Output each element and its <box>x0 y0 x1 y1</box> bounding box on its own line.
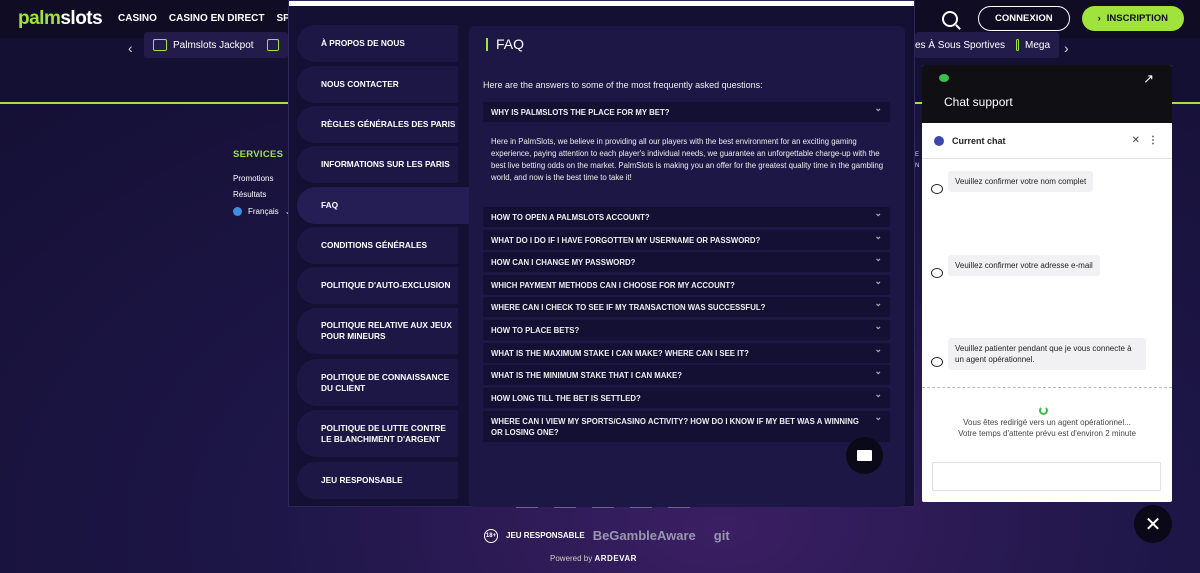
sidebar-item-faq[interactable]: FAQ <box>297 187 472 224</box>
chat-status-icon <box>934 135 944 146</box>
faq-question[interactable]: How to place bets? <box>483 320 890 340</box>
category-crown[interactable] <box>258 32 288 58</box>
faq-answer: Here in PalmSlots, we believe in providi… <box>491 137 884 182</box>
sidebar-item-terms[interactable]: Conditions générales <box>297 227 458 264</box>
sidebar-item-minors[interactable]: Politique relative aux jeux pour mineurs <box>297 308 458 354</box>
chat-divider <box>922 387 1172 388</box>
promotions-link[interactable]: Promotions <box>233 174 273 183</box>
expand-icon[interactable]: ↗ <box>1143 71 1154 87</box>
responsible-gaming-row: 18+ JEU RESPONSABLE BeGambleAware git <box>484 528 730 543</box>
faq-intro: Here are the answers to some of the most… <box>483 80 763 90</box>
bot-avatar-icon <box>931 268 943 278</box>
chevron-right-icon[interactable]: › <box>1064 40 1069 56</box>
faq-question[interactable]: How to open a PalmSlots account? <box>483 207 890 227</box>
nav-casino[interactable]: CASINO <box>118 13 157 24</box>
language-selector[interactable]: Français⌄ <box>233 207 291 216</box>
main-nav: CASINO CASINO EN DIRECT SPORT <box>118 13 311 24</box>
chat-message: Veuillez confirmer votre nom complet <box>948 171 1094 192</box>
services-heading: SERVICES <box>233 149 284 160</box>
current-chat-label: Current chat <box>952 135 1006 146</box>
age-18-badge: 18+ <box>484 528 498 543</box>
faq-title: FAQ <box>486 36 524 52</box>
login-button[interactable]: CONNEXION <box>978 6 1070 31</box>
jackpot-icon <box>153 39 167 51</box>
chat-message: Veuillez patienter pendant que je vous c… <box>948 338 1146 370</box>
sidebar-item-betting-info[interactable]: Informations sur les paris <box>297 146 458 183</box>
ardevar-logo: ARDEVAR <box>594 554 637 563</box>
faq-question[interactable]: Where can I view my sports/casino activi… <box>483 411 890 442</box>
palm-logo-icon <box>939 74 949 82</box>
begambleaware-logo[interactable]: BeGambleAware <box>593 528 696 543</box>
signup-button[interactable]: › INSCRIPTION <box>1081 6 1184 31</box>
chat-launcher-button[interactable] <box>846 437 883 474</box>
chat-input[interactable] <box>932 462 1161 491</box>
chat-support-window: ↗ Chat support Current chat ✕ ⋮ Veuillez… <box>922 65 1172 502</box>
sidebar-item-kyc[interactable]: Politique de connaissance du client <box>297 359 458 406</box>
faq-question[interactable]: Where can I check to see if my transacti… <box>483 297 890 317</box>
globe-icon <box>233 207 242 216</box>
responsible-gaming-label[interactable]: JEU RESPONSABLE <box>506 531 585 540</box>
info-modal: À propos de nous Nous contacter Règles g… <box>288 0 915 507</box>
faq-question[interactable]: Which payment methods can I choose for m… <box>483 275 890 295</box>
sidebar-item-general-rules[interactable]: Règles générales des paris <box>297 106 458 143</box>
faq-question[interactable]: What is the maximum stake I can make? Wh… <box>483 343 890 363</box>
bot-avatar-icon <box>931 184 943 194</box>
close-chat-button[interactable]: ✕ <box>1134 505 1172 543</box>
results-link[interactable]: Résultats <box>233 190 266 199</box>
chevron-left-icon[interactable]: ‹ <box>128 40 133 56</box>
sidebar-item-responsible[interactable]: Jeu responsable <box>297 462 458 499</box>
current-chat-bar: Current chat ✕ ⋮ <box>922 123 1172 159</box>
title-accent-bar <box>486 37 488 51</box>
category-sports-slots[interactable]: es À Sous Sportives <box>915 32 1015 58</box>
faq-panel: FAQ Here are the answers to some of the … <box>469 26 905 507</box>
faq-question[interactable]: What is the minimum stake that I can mak… <box>483 365 890 385</box>
chat-header: ↗ Chat support <box>922 65 1172 123</box>
category-jackpot[interactable]: Palmslots Jackpot <box>144 32 263 58</box>
mega-icon <box>1016 39 1019 51</box>
chat-title: Chat support <box>944 95 1013 109</box>
chat-icon <box>857 450 872 461</box>
palmslots-logo[interactable]: palmslots <box>18 8 103 30</box>
close-icon[interactable]: ✕ <box>1132 135 1140 146</box>
search-icon[interactable] <box>942 10 959 27</box>
modal-top-strip <box>289 1 914 6</box>
faq-question-open[interactable]: Why is PalmSlots the place for my bet? <box>483 102 890 122</box>
loading-spinner-icon <box>1039 406 1048 415</box>
nav-live-casino[interactable]: CASINO EN DIRECT <box>169 13 265 24</box>
sidebar-item-aml[interactable]: Politique de lutte contre le blanchiment… <box>297 410 458 457</box>
sidebar-item-about[interactable]: À propos de nous <box>297 25 458 62</box>
sidebar-item-contact[interactable]: Nous contacter <box>297 66 458 103</box>
chevron-right-icon: › <box>1097 13 1101 24</box>
crown-icon <box>267 39 279 51</box>
category-mega[interactable]: Mega <box>1007 32 1059 58</box>
wait-notice: Vous êtes redirigé vers un agent opérati… <box>958 418 1136 438</box>
header-actions: CONNEXION › INSCRIPTION <box>942 6 1184 31</box>
bot-avatar-icon <box>931 357 943 367</box>
faq-question[interactable]: How long till the bet is settled? <box>483 388 890 408</box>
more-options-icon[interactable]: ⋮ <box>1148 135 1158 146</box>
chat-message: Veuillez confirmer votre adresse e-mail <box>948 255 1100 276</box>
right-column-peek: EN <box>915 152 920 169</box>
faq-question[interactable]: What do I do if I have forgotten my user… <box>483 230 890 250</box>
powered-by: Powered by ARDEVAR <box>550 554 637 563</box>
sidebar-item-self-exclusion[interactable]: Politique d'auto-exclusion <box>297 267 458 304</box>
faq-question[interactable]: How can I change my password? <box>483 252 890 272</box>
git-logo: git <box>713 528 730 543</box>
